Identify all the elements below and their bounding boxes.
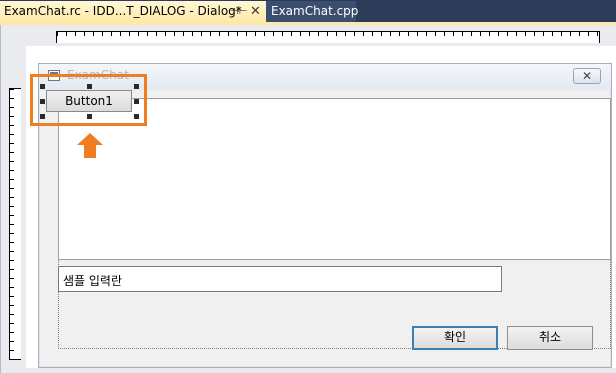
horizontal-guide-ruler[interactable] [56, 31, 600, 43]
cancel-button[interactable]: 취소 [507, 326, 593, 350]
tab-label: ExamChat.rc - IDD...T_DIALOG - Dialog* [4, 4, 242, 18]
document-tab-strip: ExamChat.rc - IDD...T_DIALOG - Dialog* ⊣… [0, 0, 616, 22]
tab-label: ExamChat.cpp [271, 4, 359, 18]
selection-highlight-box [30, 74, 147, 126]
sample-input-field[interactable]: 샘플 입력란 [58, 266, 502, 292]
close-icon[interactable]: ✕ [250, 1, 261, 22]
ok-button[interactable]: 확인 [412, 326, 498, 350]
tab-examchat-cpp[interactable]: ExamChat.cpp [266, 1, 359, 22]
dialog-close-button[interactable]: ✕ [573, 68, 601, 84]
vertical-guide-ruler[interactable] [9, 88, 21, 360]
arrow-up-icon [77, 133, 103, 158]
tab-examchat-rc[interactable]: ExamChat.rc - IDD...T_DIALOG - Dialog* ⊣… [0, 1, 266, 22]
pin-icon[interactable]: ⊣⊢ [230, 1, 247, 22]
